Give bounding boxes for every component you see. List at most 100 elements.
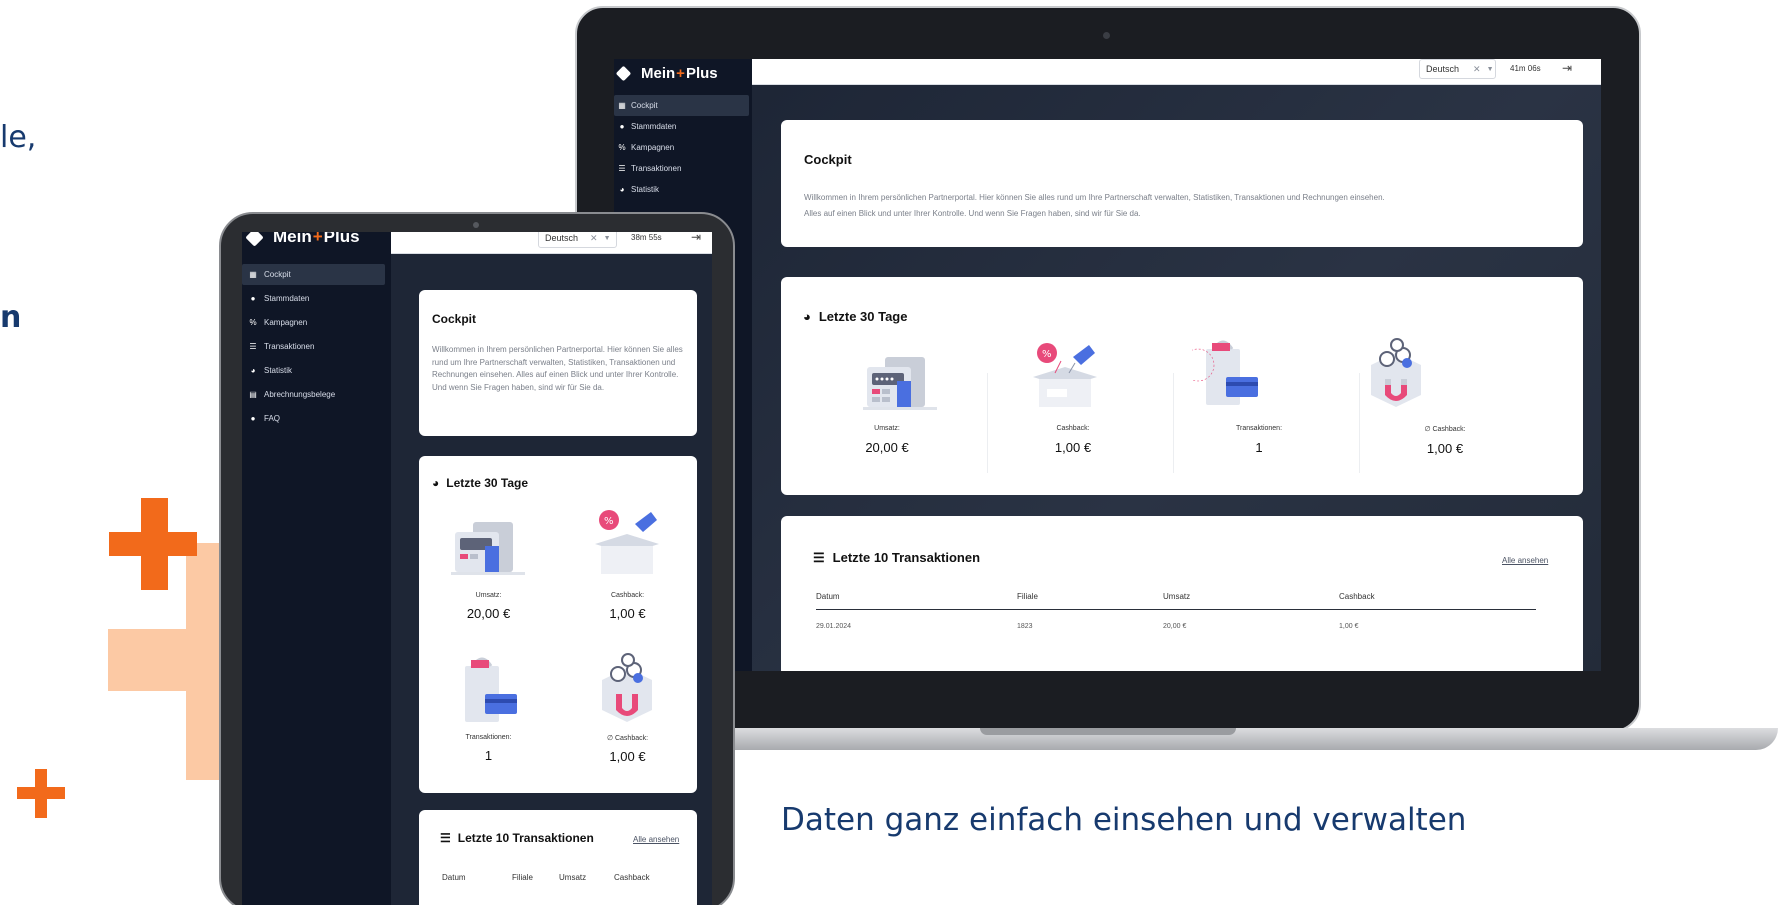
logout-icon[interactable]: ⇥ [1562, 61, 1572, 75]
tablet-topbar: Deutsch ✕ ▼ 38m 55s ⇥ [391, 232, 712, 254]
laptop-screen: Mein + Plus ▦ Cockpit ● Stammdaten % Kam… [614, 59, 1601, 671]
last-30-days-title: ◕ Letzte 30 Tage [432, 476, 529, 490]
cockpit-title: Cockpit [432, 312, 477, 326]
sidebar-item-cockpit[interactable]: ▦ Cockpit [242, 264, 385, 285]
stat-cashback: Cashback: 1,00 € [609, 592, 646, 621]
language-select[interactable]: Deutsch ✕ ▼ [538, 232, 617, 248]
cockpit-card: Cockpit Willkommen in Ihrem persönlichen… [781, 120, 1583, 247]
view-all-link[interactable]: Alle ansehen [633, 835, 679, 844]
dashboard-icon: ▦ [249, 270, 257, 279]
clear-icon[interactable]: ✕ [1473, 64, 1481, 75]
tablet-nav: ▦ Cockpit ● Stammdaten % Kampagnen ☰ Tra… [242, 264, 385, 432]
language-select[interactable]: Deutsch ✕ ▼ [1419, 59, 1496, 79]
pie-chart-icon: ◕ [619, 185, 625, 194]
sidebar-item-kampagnen[interactable]: % Kampagnen [242, 312, 385, 333]
cashback-illustration: % [1033, 343, 1097, 407]
transactions-illustration [1192, 340, 1258, 405]
svg-text:%: % [1042, 349, 1052, 360]
user-icon: ● [250, 294, 256, 303]
chevron-down-icon[interactable]: ▼ [1487, 66, 1494, 73]
stat-divider [1173, 373, 1174, 473]
tablet-screen: Mein + Plus ▦ Cockpit ● Stammdaten % Kam… [242, 232, 712, 905]
svg-text:%: % [604, 516, 614, 527]
last-10-transactions-card: ☰ Letzte 10 Transaktionen Alle ansehen Da… [419, 810, 697, 905]
hero-text-fragment: le, [0, 120, 37, 155]
view-all-link[interactable]: Alle ansehen [1502, 556, 1548, 565]
last-30-days-card: ◕ Letzte 30 Tage % Umsatz: 20,00 € Cashb… [419, 456, 697, 793]
user-icon: ● [619, 122, 625, 131]
pie-chart-icon: ◕ [803, 309, 811, 324]
sidebar-item-abrechnungsbelege[interactable]: ▤ Abrechnungsbelege [242, 384, 385, 405]
caption-text: Daten ganz einfach einsehen und verwalte… [781, 802, 1467, 838]
tablet-camera [473, 222, 479, 228]
table-header-filiale: Filiale [512, 873, 533, 882]
document-icon: ▤ [249, 390, 257, 399]
laptop-nav: ▦ Cockpit ● Stammdaten % Kampagnen ☰ Tra… [614, 95, 749, 200]
stat-divider [1359, 373, 1360, 473]
logo-diamond-icon [245, 232, 264, 247]
sidebar-item-stammdaten[interactable]: ● Stammdaten [614, 116, 749, 137]
chevron-down-icon[interactable]: ▼ [604, 235, 611, 242]
brand-logo[interactable]: Mein + Plus [245, 232, 360, 248]
cockpit-card: Cockpit Willkommen in Ihrem persönlichen… [419, 290, 697, 436]
table-header-datum: Datum [442, 873, 466, 882]
list-icon: ☰ [813, 550, 825, 565]
list-icon: ☰ [618, 164, 626, 173]
tablet-sidebar: Mein + Plus ▦ Cockpit ● Stammdaten % Kam… [242, 232, 391, 905]
laptop-camera [1103, 32, 1110, 39]
table-header-umsatz: Umsatz [1163, 592, 1191, 601]
stat-transactions: Transaktionen: 1 [465, 734, 512, 763]
last-10-transactions-card: ☰ Letzte 10 Transaktionen Alle ansehen Da… [781, 516, 1583, 671]
promo-stage: le, n Mein + Plus ▦ Cockpit ● Stammdaten… [0, 0, 1778, 905]
percent-icon: % [618, 143, 626, 152]
sidebar-item-faq[interactable]: ● FAQ [242, 408, 385, 429]
percent-icon: % [249, 318, 257, 327]
cockpit-description: Willkommen in Ihrem persönlichen Partner… [804, 193, 1385, 218]
sidebar-item-stammdaten[interactable]: ● Stammdaten [242, 288, 385, 309]
table-header-datum: Datum [816, 592, 840, 601]
stat-average-cashback: ∅ Cashback: 1,00 € [606, 735, 649, 764]
help-icon: ● [250, 414, 256, 423]
sidebar-item-statistik[interactable]: ◕ Statistik [242, 360, 385, 381]
sidebar-item-cockpit[interactable]: ▦ Cockpit [614, 95, 749, 116]
stat-average-cashback: ∅ Cashback: 1,00 € [1424, 426, 1466, 456]
session-timer: 41m 06s [1510, 64, 1541, 73]
sidebar-item-transaktionen[interactable]: ☰ Transaktionen [614, 158, 749, 179]
cashback-illustration: % [595, 510, 659, 574]
logout-icon[interactable]: ⇥ [691, 232, 701, 244]
table-header-cashback: Cashback [614, 873, 650, 882]
clear-icon[interactable]: ✕ [590, 233, 598, 244]
laptop-topbar: Deutsch ✕ ▼ 41m 06s ⇥ [752, 59, 1601, 85]
cockpit-description: Willkommen in Ihrem persönlichen Partner… [432, 345, 683, 392]
table-header-filiale: Filiale [1017, 592, 1038, 601]
revenue-illustration [451, 522, 525, 575]
last-10-transactions-title: ☰ Letzte 10 Transaktionen [813, 550, 981, 565]
list-icon: ☰ [249, 342, 257, 351]
stat-revenue: Umsatz: 20,00 € [865, 425, 909, 455]
table-header-divider [816, 609, 1536, 610]
table-header-umsatz: Umsatz [559, 873, 587, 882]
stat-cashback: Cashback: 1,00 € [1054, 425, 1092, 455]
revenue-illustration [863, 357, 937, 410]
average-cashback-illustration [602, 653, 652, 722]
average-cashback-illustration [1371, 338, 1421, 407]
stat-transactions: Transaktionen: 1 [1235, 425, 1283, 455]
pie-chart-icon: ◕ [250, 366, 256, 375]
sidebar-item-statistik[interactable]: ◕ Statistik [614, 179, 749, 200]
table-header-cashback: Cashback [1339, 592, 1375, 601]
cockpit-title: Cockpit [804, 152, 852, 167]
sidebar-item-kampagnen[interactable]: % Kampagnen [614, 137, 749, 158]
logo-diamond-icon [615, 65, 632, 81]
brand-logo[interactable]: Mein + Plus [615, 61, 718, 85]
last-10-transactions-title: ☰ Letzte 10 Transaktionen [440, 831, 594, 845]
transactions-illustration [465, 657, 517, 722]
sidebar-item-transaktionen[interactable]: ☰ Transaktionen [242, 336, 385, 357]
hero-text-fragment-bold: n [0, 300, 22, 335]
dashboard-icon: ▦ [618, 101, 626, 110]
last-30-days-title: ◕ Letzte 30 Tage [803, 309, 908, 324]
pie-chart-icon: ◕ [432, 476, 440, 490]
laptop-base-notch [980, 728, 1236, 735]
session-timer: 38m 55s [631, 233, 662, 242]
list-icon: ☰ [440, 831, 451, 845]
stat-divider [987, 373, 988, 473]
